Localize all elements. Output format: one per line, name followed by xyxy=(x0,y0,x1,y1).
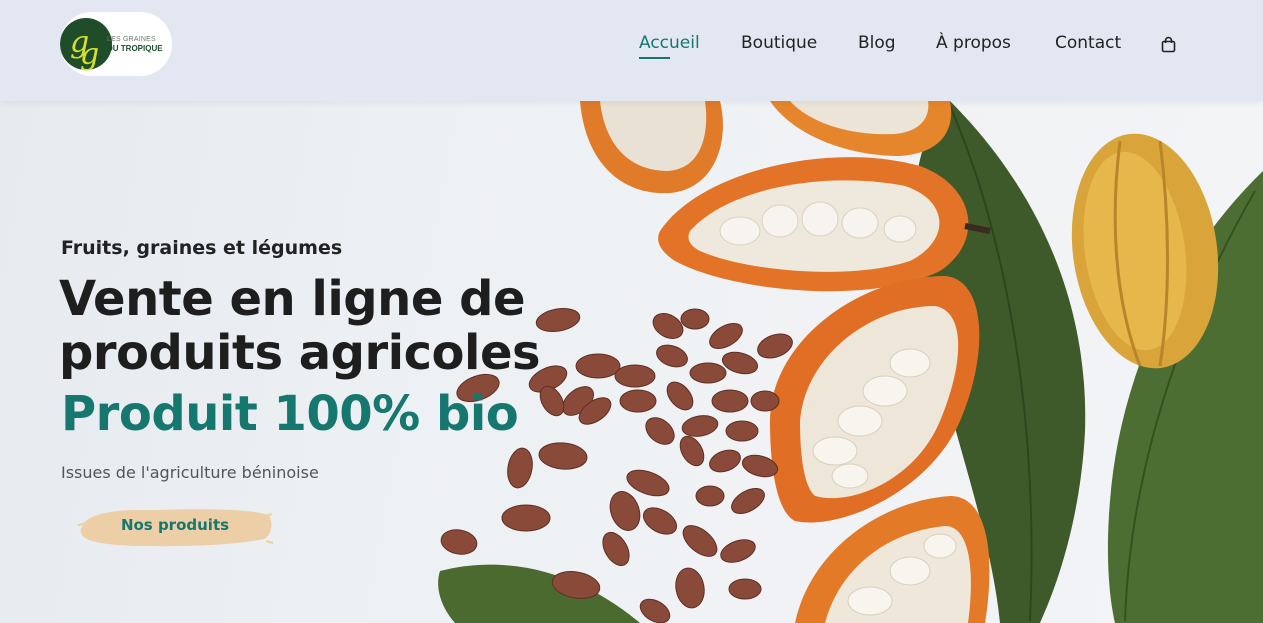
active-nav-indicator xyxy=(639,57,670,59)
main-nav: Accueil Boutique Blog À propos Contact xyxy=(0,33,1263,63)
hero-banner: Fruits, graines et légumes Vente en lign… xyxy=(0,101,1263,623)
nav-item-accueil[interactable]: Accueil xyxy=(639,33,700,53)
cocoa-pod-top-left-icon xyxy=(580,101,723,194)
nos-produits-label: Nos produits xyxy=(120,516,230,534)
leaf-bottom-icon xyxy=(438,564,640,623)
hero-headline-line1: Vente en ligne de xyxy=(59,271,526,327)
nav-item-a-propos[interactable]: À propos xyxy=(936,33,1011,53)
shopping-bag-icon[interactable] xyxy=(1160,36,1177,57)
cocoa-pod-right-icon xyxy=(770,276,980,523)
hero-subtitle: Fruits, graines et légumes xyxy=(61,237,343,259)
hero-tagline: Issues de l'agriculture béninoise xyxy=(61,463,319,482)
hero-headline-line2: produits agricoles xyxy=(59,325,541,381)
nav-item-blog[interactable]: Blog xyxy=(858,33,896,53)
hero-headline-accent: Produit 100% bio xyxy=(61,386,519,442)
nos-produits-button[interactable]: Nos produits xyxy=(76,505,274,549)
nav-item-contact[interactable]: Contact xyxy=(1055,33,1121,53)
site-header: g g LES GRAINES DU TROPIQUE Accueil Bout… xyxy=(0,0,1263,101)
hero-headline: Vente en ligne de produits agricoles xyxy=(59,271,541,381)
cocoa-pod-top-right-icon xyxy=(770,101,952,156)
nav-item-boutique[interactable]: Boutique xyxy=(741,33,817,53)
